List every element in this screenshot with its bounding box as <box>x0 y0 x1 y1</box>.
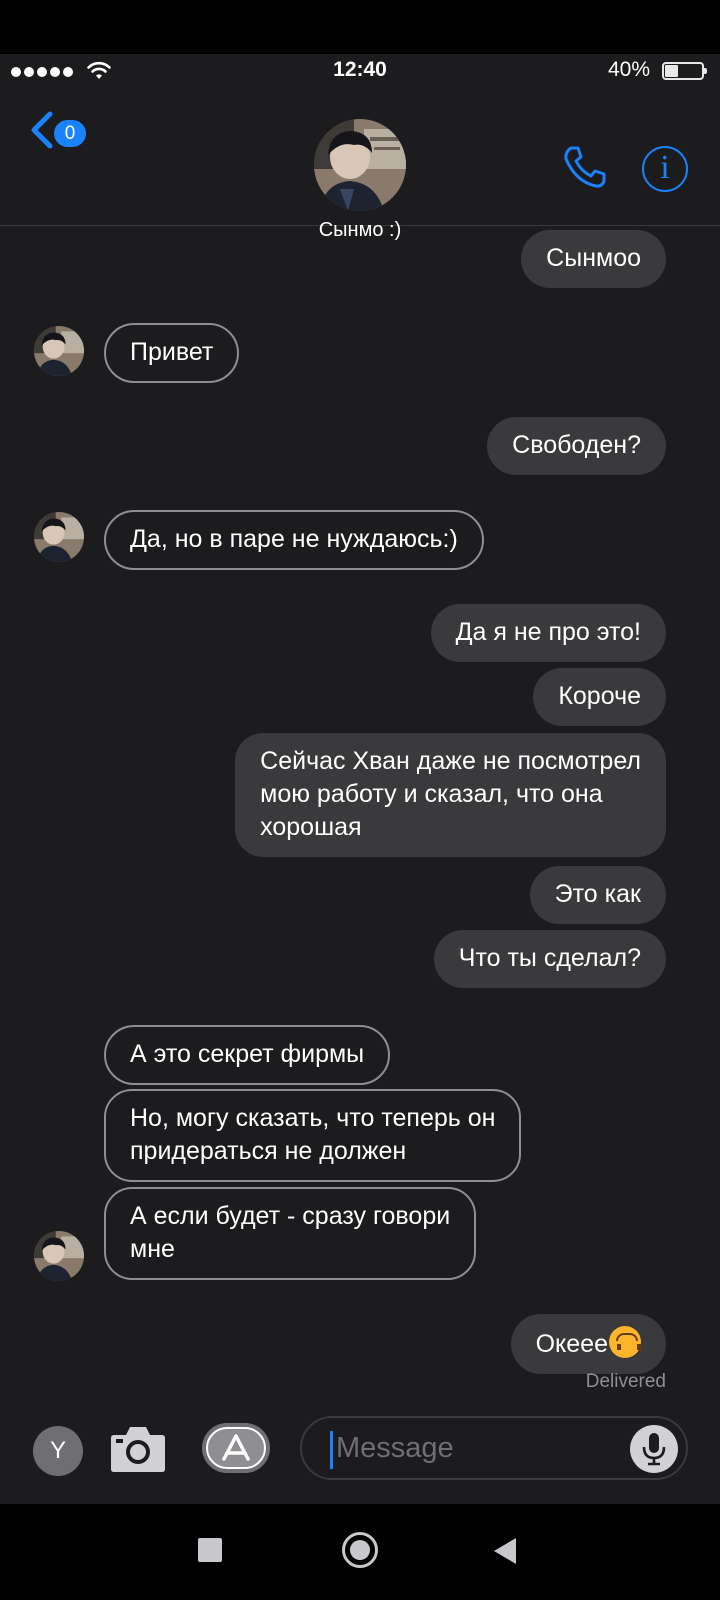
message-sent: Сейчас Хван даже не посмотрел мою работу… <box>235 733 666 857</box>
back-chevron-icon <box>31 111 53 149</box>
message-placeholder: Message <box>336 1432 454 1464</box>
sender-avatar <box>34 1231 84 1281</box>
profile-button[interactable]: Y <box>33 1426 83 1476</box>
compose-bar: Y Message <box>0 1399 720 1504</box>
conversation-header: 0 Сынмо :) i <box>0 88 720 241</box>
message-sent: Что ты сделал? <box>433 930 666 988</box>
messages-screen: 12:40 40% 0 Сынмо :) i Сынмоо Привет Сво… <box>0 54 720 1504</box>
microphone-icon <box>642 1433 666 1466</box>
status-bar: 12:40 40% <box>0 54 720 88</box>
sender-avatar <box>34 512 84 562</box>
contact-avatar[interactable] <box>314 119 406 211</box>
battery-icon <box>662 62 707 80</box>
recents-button[interactable] <box>198 1538 222 1562</box>
upside-down-face-emoji <box>609 1326 641 1358</box>
app-store-button[interactable] <box>202 1423 270 1473</box>
message-received: А это секрет фирмы <box>104 1025 391 1085</box>
message-received: А если будет - сразу говори мне <box>104 1187 477 1280</box>
system-navigation-bar <box>0 1504 720 1600</box>
message-sent: Да я не про это! <box>430 604 666 662</box>
info-icon[interactable]: i <box>642 146 688 192</box>
sender-avatar <box>34 326 84 376</box>
unread-count-badge: 0 <box>54 120 86 147</box>
message-sent: Это как <box>529 866 666 924</box>
message-received: Привет <box>104 323 240 383</box>
message-input[interactable]: Message <box>300 1416 688 1480</box>
message-sent: Сынмоо <box>521 230 666 288</box>
phone-icon[interactable] <box>562 144 608 190</box>
message-received: Да, но в паре не нуждаюсь:) <box>104 510 484 570</box>
text-caret <box>330 1431 333 1469</box>
message-sent: Короче <box>533 668 666 726</box>
top-black-bar <box>0 0 720 54</box>
back-button[interactable]: 0 <box>28 110 86 150</box>
message-sent: Океее <box>510 1314 666 1374</box>
battery-percentage: 40% <box>607 58 650 81</box>
home-button[interactable] <box>342 1532 378 1568</box>
camera-icon[interactable] <box>110 1423 166 1473</box>
message-received: Но, могу сказать, что теперь он придерат… <box>104 1089 522 1182</box>
delivery-status: Delivered <box>585 1371 666 1392</box>
system-back-button[interactable] <box>494 1538 516 1564</box>
dictation-button[interactable] <box>630 1425 678 1473</box>
app-store-icon <box>222 1434 250 1461</box>
message-sent: Свободен? <box>487 417 666 475</box>
